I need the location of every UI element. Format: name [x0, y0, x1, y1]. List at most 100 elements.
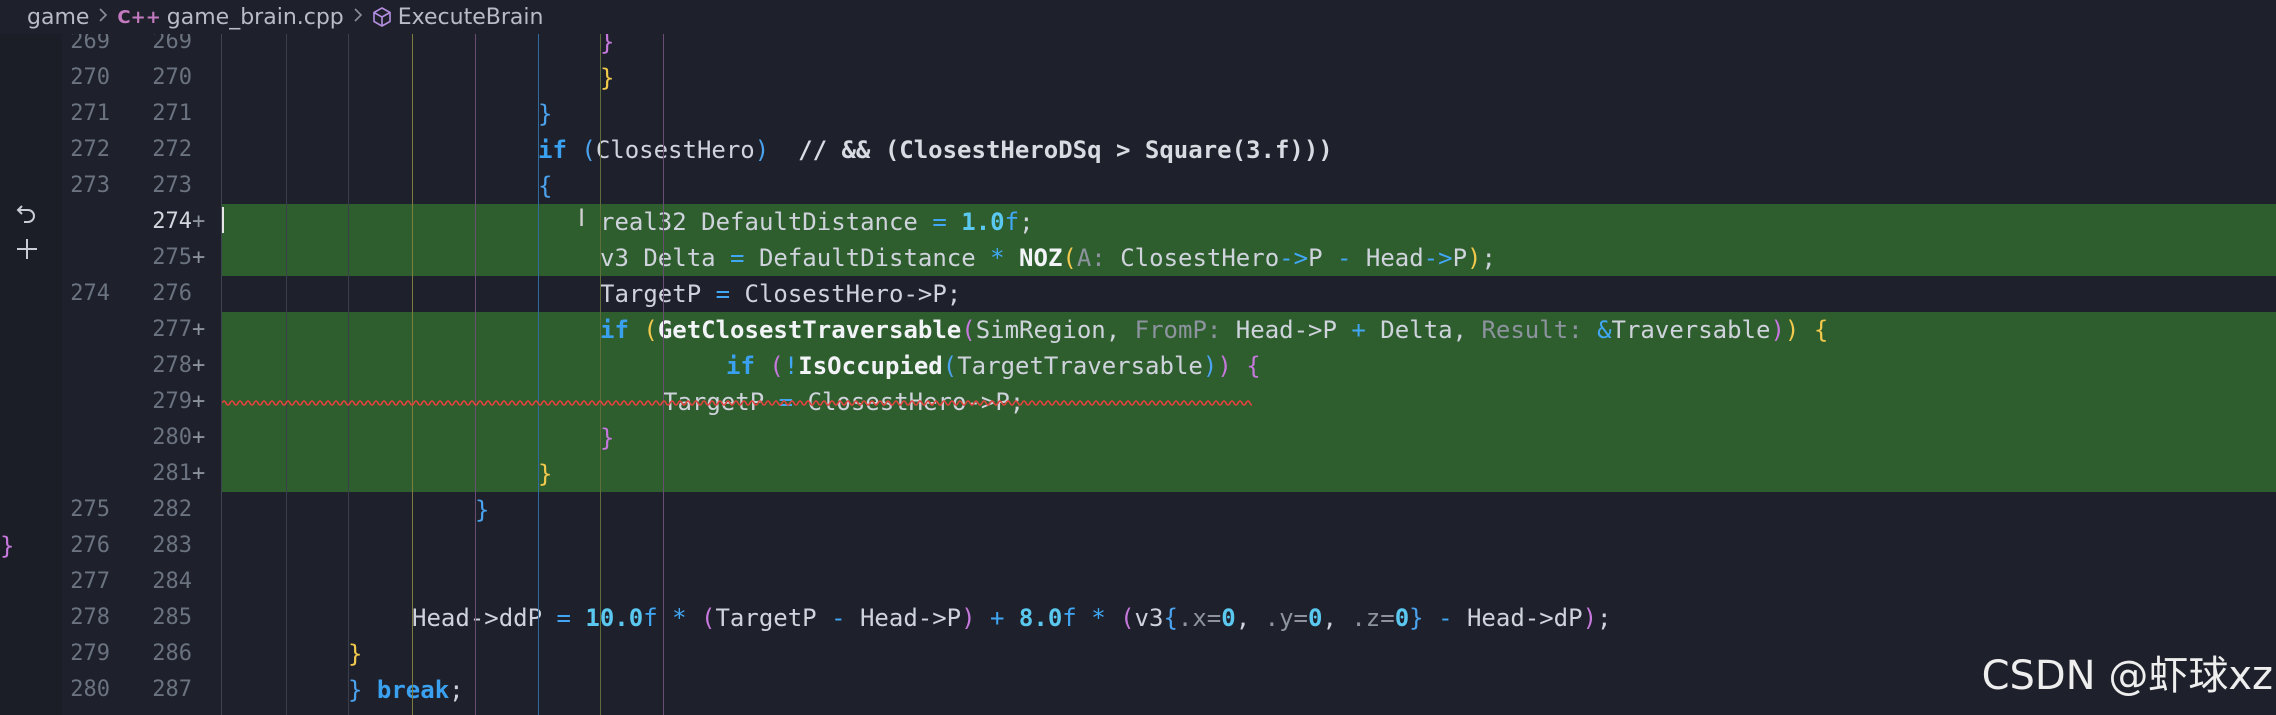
breadcrumb-item-folder[interactable]: game — [0, 5, 89, 30]
added-line[interactable]: 277 + if (GetClosestTraversable(SimRegion,… — [0, 312, 2276, 348]
code-token: ( — [581, 136, 596, 164]
error-squiggle — [222, 400, 1252, 406]
indent-guide — [412, 34, 413, 715]
indent-guide — [538, 34, 539, 715]
code-text: if (ClosestHero) // && (ClosestHeroDSq >… — [538, 132, 1333, 168]
breadcrumb-item-symbol[interactable]: ExecuteBrain — [398, 5, 544, 30]
code-line[interactable]: 273 273 { — [0, 168, 2276, 204]
code-token: + — [1351, 316, 1366, 344]
code-line[interactable]: 269 269} — [0, 34, 2276, 60]
code-token: .x= — [1177, 604, 1222, 632]
code-editor[interactable]: 269 269} 270 270} 271 271} 272 272 if (ClosestHe… — [0, 34, 2276, 715]
code-token: ( — [701, 604, 716, 632]
code-text: } — [600, 34, 614, 60]
code-text: { — [538, 168, 552, 204]
code-text: } — [0, 528, 14, 564]
code-line[interactable]: 272 272 if (ClosestHero) // && (ClosestHer… — [0, 132, 2276, 168]
added-line[interactable]: 278 + if (!IsOccupied(TargetTraversable)) … — [0, 348, 2276, 384]
code-token: ; — [1481, 244, 1496, 272]
new-line-number: 287 — [152, 677, 192, 702]
new-line-number: 271 — [152, 101, 192, 126]
code-text: } break; — [348, 672, 464, 708]
old-line-number: 272 — [70, 137, 110, 162]
code-token: 0 — [1221, 604, 1236, 632]
added-line[interactable]: 275 + v3 Delta = DefaultDistance * NOZ(A: … — [0, 240, 2276, 276]
new-line-number: 275 — [152, 245, 192, 270]
old-line-number: 279 — [70, 641, 110, 666]
code-token: ) — [754, 136, 770, 164]
cpp-file-icon: C++ — [117, 6, 161, 28]
added-marker-icon: + — [192, 353, 206, 378]
code-token: Head->P — [845, 604, 962, 632]
code-token: 0 — [1394, 604, 1410, 632]
indent-guide — [600, 34, 601, 715]
code-line[interactable]: 278 285 Head->ddP = 10.0f * (TargetP - Hea… — [0, 600, 2276, 636]
code-token: - — [1438, 604, 1453, 632]
code-text: TargetP = ClosestHero->P; — [600, 276, 961, 312]
code-line[interactable]: 271 271} — [0, 96, 2276, 132]
new-line-number: 272 — [152, 137, 192, 162]
code-line[interactable]: 279 286} — [0, 636, 2276, 672]
code-token: -> — [1423, 244, 1453, 272]
code-token: if — [538, 136, 567, 164]
old-line-number: 278 — [70, 605, 110, 630]
code-text: } — [600, 60, 614, 96]
cube-symbol-icon — [372, 6, 392, 28]
code-token: 10.0 — [585, 604, 644, 632]
code-token: .z= — [1351, 604, 1395, 632]
old-line-number — [62, 312, 110, 348]
code-text: } — [600, 420, 614, 456]
code-token: f — [1004, 208, 1020, 236]
code-token: } — [475, 496, 490, 524]
added-line[interactable]: 274 + real32 DefaultDistance = 1.0f; — [0, 204, 2276, 240]
code-line[interactable]: 281288case Type_brain_monster: { — [0, 708, 2276, 715]
code-text: v3 Delta = DefaultDistance * NOZ(A: Clos… — [600, 240, 1496, 276]
code-token: = — [556, 604, 571, 632]
code-line[interactable]: 276 283} — [0, 528, 2276, 564]
code-token: Head — [1351, 244, 1424, 272]
code-token: f — [1062, 604, 1077, 632]
ibeam-cursor-icon: I — [578, 204, 586, 232]
code-token: } — [348, 640, 363, 668]
added-line-highlight — [222, 420, 2276, 456]
new-line-number: 286 — [152, 641, 192, 666]
code-token: TargetP — [715, 604, 832, 632]
code-line[interactable]: 280 287} break; — [0, 672, 2276, 708]
code-token: 8.0 — [1018, 604, 1063, 632]
new-line-number: 276 — [152, 281, 192, 306]
code-token: , — [1235, 604, 1265, 632]
breadcrumb-item-file[interactable]: game_brain.cpp — [167, 5, 344, 30]
code-token: 1.0 — [961, 208, 1005, 236]
code-token: Head->P — [1221, 316, 1352, 344]
code-token: ! — [783, 352, 799, 380]
code-token: ( — [961, 316, 976, 344]
revert-icon[interactable] — [14, 202, 40, 232]
code-token: ( — [1120, 604, 1135, 632]
text-cursor — [222, 207, 224, 233]
code-line[interactable]: 277 284 — [0, 564, 2276, 600]
code-token: } — [538, 100, 553, 128]
indent-guide — [663, 34, 664, 715]
code-line[interactable]: 274 276 TargetP = ClosestHero->P; — [0, 276, 2276, 312]
code-token: } — [0, 532, 15, 560]
code-token: real32 DefaultDistance — [600, 208, 933, 236]
code-token: { — [1246, 352, 1261, 380]
added-marker-icon: + — [192, 461, 206, 486]
code-line[interactable]: 275 282} — [0, 492, 2276, 528]
code-token: = — [932, 208, 947, 236]
code-text: real32 DefaultDistance = 1.0f; — [600, 204, 1034, 240]
code-text: case Type_brain_monster: { — [0, 708, 376, 715]
added-line[interactable]: 280 +} — [0, 420, 2276, 456]
plus-icon[interactable] — [14, 236, 40, 266]
old-line-number: 276 — [70, 533, 110, 558]
code-token: } — [538, 460, 553, 488]
code-line[interactable]: 270 270} — [0, 60, 2276, 96]
old-line-number — [62, 348, 110, 384]
added-line[interactable]: 281 +} — [0, 456, 2276, 492]
